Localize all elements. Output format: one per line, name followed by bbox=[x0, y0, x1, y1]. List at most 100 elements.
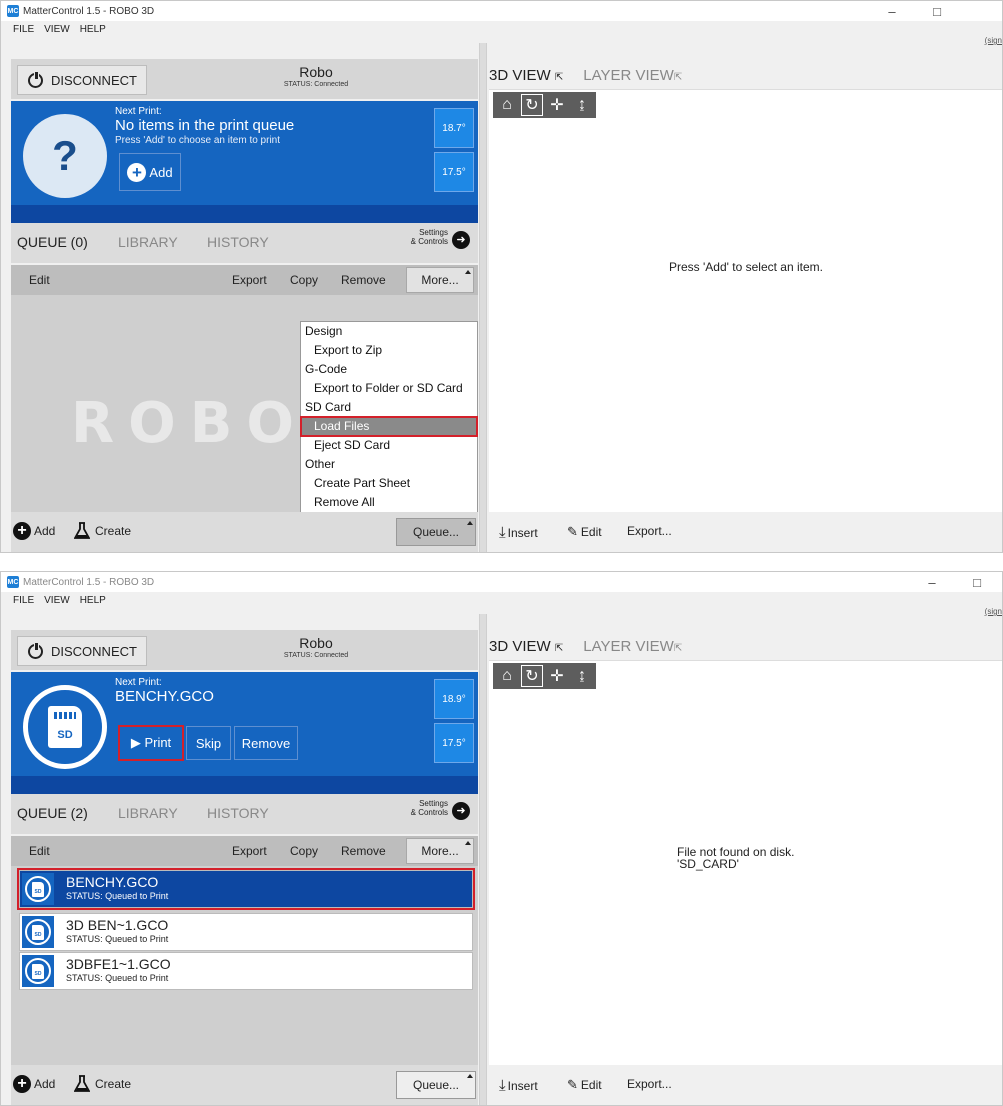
menu-item[interactable]: Export to Zip bbox=[301, 341, 477, 360]
tab-history[interactable]: HISTORY bbox=[207, 805, 269, 821]
sign-in-link[interactable]: (sign bbox=[985, 607, 1002, 616]
menu-file[interactable]: FILE bbox=[13, 595, 34, 606]
sign-in-link[interactable]: (sign bbox=[985, 36, 1002, 45]
edit-view-label: Edit bbox=[580, 525, 602, 539]
menu-item[interactable]: Load Files bbox=[300, 416, 478, 437]
tab-3d-view-label: 3D VIEW bbox=[489, 638, 551, 655]
more-button[interactable]: More... bbox=[406, 267, 474, 293]
menu-view[interactable]: VIEW bbox=[44, 24, 70, 35]
tab-3d-view[interactable]: 3D VIEW ⇱ bbox=[489, 638, 563, 655]
minimize-button[interactable]: – bbox=[912, 572, 952, 592]
menu-file[interactable]: FILE bbox=[13, 24, 34, 35]
view-message: Press 'Add' to select an item. bbox=[669, 260, 823, 274]
insert-icon: ⤓ bbox=[499, 524, 506, 541]
robo-logo: ROBO bbox=[71, 391, 309, 456]
queue-row[interactable]: SD BENCHY.GCO STATUS: Queued to Print bbox=[17, 868, 475, 910]
add-label: Add bbox=[149, 164, 173, 180]
home-icon[interactable]: ⌂ bbox=[496, 94, 518, 116]
add-item-button[interactable]: + Add bbox=[13, 522, 55, 540]
add-button[interactable]: + Add bbox=[119, 153, 181, 191]
power-icon bbox=[28, 71, 43, 88]
queue-item-status: STATUS: Queued to Print bbox=[66, 891, 169, 901]
export-view-button[interactable]: Export... bbox=[627, 524, 672, 538]
remove-button[interactable]: Remove bbox=[341, 273, 386, 287]
bed-temp[interactable]: 17.5° bbox=[434, 152, 474, 192]
tab-layer-view[interactable]: LAYER VIEW⇱ bbox=[583, 67, 682, 84]
extruder-temp[interactable]: 18.7° bbox=[434, 108, 474, 148]
menu-item[interactable]: Create Part Sheet bbox=[301, 474, 477, 493]
disconnect-button[interactable]: DISCONNECT bbox=[17, 636, 147, 666]
menu-item[interactable]: Remove All bbox=[301, 493, 477, 512]
tab-queue[interactable]: QUEUE (2) bbox=[17, 805, 88, 821]
flask-icon bbox=[74, 522, 90, 539]
create-button[interactable]: Create bbox=[74, 522, 131, 540]
more-menu: Design Export to Zip G-Code Export to Folde… bbox=[300, 321, 478, 514]
scale-icon[interactable]: ↨ bbox=[571, 94, 593, 116]
insert-button[interactable]: ⤓ Insert bbox=[499, 1077, 538, 1094]
rotate-icon[interactable]: ↻ bbox=[521, 665, 543, 687]
menu-help[interactable]: HELP bbox=[80, 24, 106, 35]
menu-view[interactable]: VIEW bbox=[44, 595, 70, 606]
maximize-button[interactable]: □ bbox=[957, 572, 997, 592]
tab-history[interactable]: HISTORY bbox=[207, 234, 269, 250]
scale-icon[interactable]: ↨ bbox=[571, 665, 593, 687]
edit-view-label: Edit bbox=[580, 1078, 602, 1092]
arrow-right-icon: ➜ bbox=[452, 802, 470, 820]
plus-icon: + bbox=[13, 1075, 31, 1093]
splitter[interactable] bbox=[479, 43, 487, 552]
move-icon[interactable]: ✛ bbox=[546, 94, 568, 116]
bed-temp[interactable]: 17.5° bbox=[434, 723, 474, 763]
menu-section-header: Design bbox=[305, 324, 343, 338]
insert-button[interactable]: ⤓ Insert bbox=[499, 524, 538, 541]
queue-row[interactable]: SD 3DBFE1~1.GCO STATUS: Queued to Print bbox=[19, 952, 473, 990]
tab-library[interactable]: LIBRARY bbox=[118, 805, 178, 821]
queue-row[interactable]: SD 3D BEN~1.GCO STATUS: Queued to Print bbox=[19, 913, 473, 951]
copy-button[interactable]: Copy bbox=[290, 273, 318, 287]
popout-icon: ⇱ bbox=[673, 72, 683, 83]
extruder-temp[interactable]: 18.9° bbox=[434, 679, 474, 719]
queue-tabs: QUEUE (2) LIBRARY HISTORY Settings & Con… bbox=[11, 794, 478, 834]
tab-library[interactable]: LIBRARY bbox=[118, 234, 178, 250]
export-button[interactable]: Export bbox=[232, 273, 267, 287]
insert-icon: ⤓ bbox=[499, 1077, 506, 1094]
app-icon: MC bbox=[7, 576, 19, 588]
move-icon[interactable]: ✛ bbox=[546, 665, 568, 687]
edit-button[interactable]: Edit bbox=[29, 844, 50, 858]
tab-layer-view[interactable]: LAYER VIEW⇱ bbox=[583, 638, 682, 655]
queue-menu-button[interactable]: Queue... bbox=[396, 518, 476, 546]
edit-view-button[interactable]: ✎ Edit bbox=[567, 1077, 602, 1093]
tab-queue[interactable]: QUEUE (0) bbox=[17, 234, 88, 250]
remove-print-button[interactable]: Remove bbox=[234, 726, 298, 760]
create-button[interactable]: Create bbox=[74, 1075, 131, 1093]
queue-menu-button[interactable]: Queue... bbox=[396, 1071, 476, 1099]
export-button[interactable]: Export bbox=[232, 844, 267, 858]
progress-strip bbox=[11, 205, 478, 223]
settings-controls-button[interactable]: Settings & Controls ➜ bbox=[411, 228, 470, 249]
print-button[interactable]: ▶ Print bbox=[118, 725, 184, 761]
tab-layer-view-label: LAYER VIEW bbox=[583, 638, 674, 655]
skip-button[interactable]: Skip bbox=[186, 726, 231, 760]
remove-button[interactable]: Remove bbox=[341, 844, 386, 858]
tab-3d-view[interactable]: 3D VIEW ⇱ bbox=[489, 67, 563, 84]
menu-item[interactable]: Export to Folder or SD Card bbox=[301, 379, 477, 398]
maximize-button[interactable]: □ bbox=[917, 1, 957, 21]
edit-button[interactable]: Edit bbox=[29, 273, 50, 287]
export-view-button[interactable]: Export... bbox=[627, 1077, 672, 1091]
edit-view-button[interactable]: ✎ Edit bbox=[567, 524, 602, 540]
disconnect-button[interactable]: DISCONNECT bbox=[17, 65, 147, 95]
menu-section-header: G-Code bbox=[305, 362, 348, 376]
menu-item[interactable]: Eject SD Card bbox=[301, 436, 477, 455]
splitter[interactable] bbox=[479, 614, 487, 1105]
add-item-button[interactable]: + Add bbox=[13, 1075, 55, 1093]
menu-help[interactable]: HELP bbox=[80, 595, 106, 606]
home-icon[interactable]: ⌂ bbox=[496, 665, 518, 687]
copy-button[interactable]: Copy bbox=[290, 844, 318, 858]
sd-ring: SD bbox=[25, 958, 51, 984]
view-tools: ⌂ ↻ ✛ ↨ bbox=[493, 663, 596, 689]
settings-controls-button[interactable]: Settings & Controls ➜ bbox=[411, 799, 470, 820]
3d-viewport[interactable]: ⌂ ↻ ✛ ↨ Press 'Add' to select an item. bbox=[489, 89, 1002, 512]
rotate-icon[interactable]: ↻ bbox=[521, 94, 543, 116]
more-button[interactable]: More... bbox=[406, 838, 474, 864]
minimize-button[interactable]: – bbox=[872, 1, 912, 21]
3d-viewport[interactable]: ⌂ ↻ ✛ ↨ File not found on disk. 'SD_CARD… bbox=[489, 660, 1002, 1065]
